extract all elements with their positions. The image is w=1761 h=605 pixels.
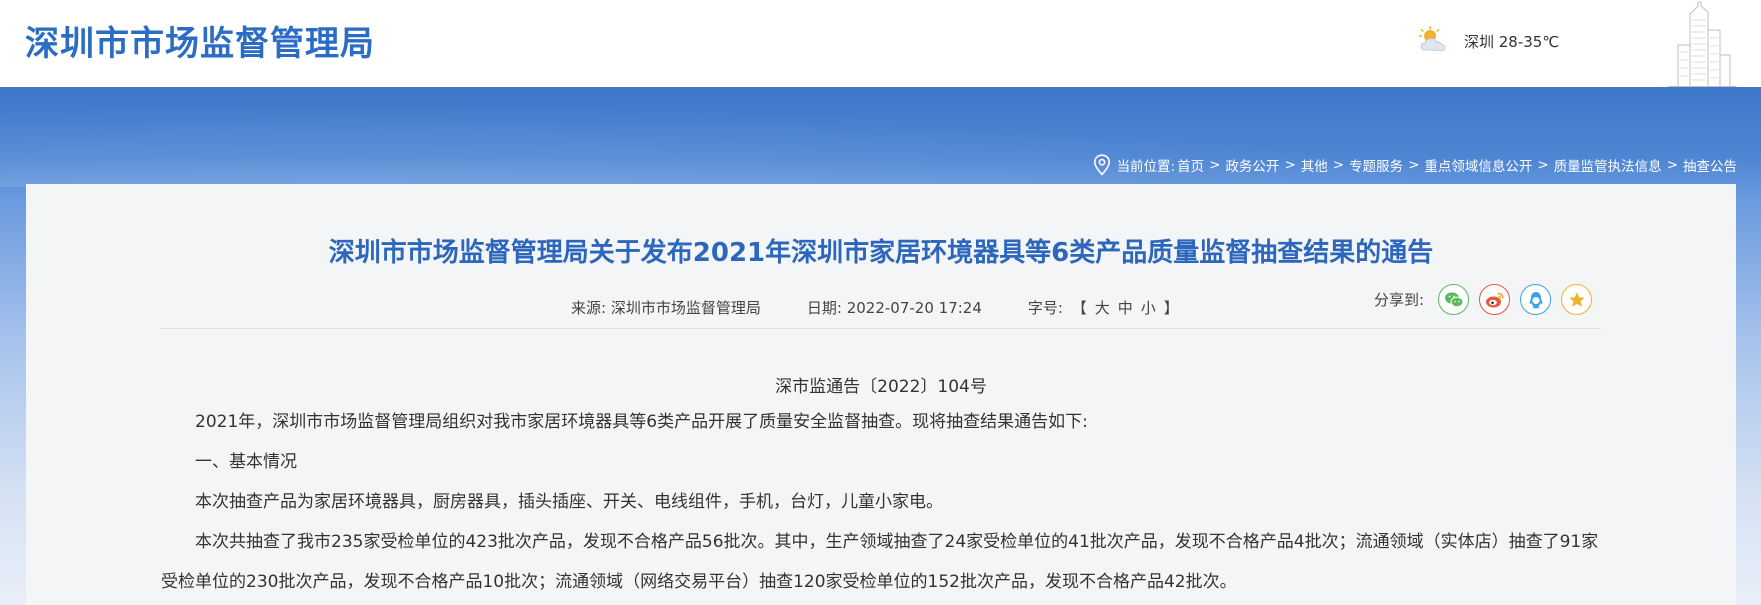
article-meta: 来源: 深圳市市场监督管理局 日期: 2022-07-20 17:24 字号: …: [571, 297, 1229, 318]
breadcrumb-separator: >: [1408, 157, 1420, 173]
breadcrumb-item-topic-services[interactable]: 专题服务: [1349, 155, 1403, 175]
font-size-control: 字号: 【 大 中 小 】: [1028, 297, 1183, 318]
qq-icon: [1529, 291, 1543, 308]
date-value: 2022-07-20 17:24: [846, 299, 982, 317]
site-title[interactable]: 深圳市市场监督管理局: [25, 16, 375, 65]
article-date: 日期: 2022-07-20 17:24: [807, 297, 982, 318]
breadcrumb-item-government-affairs[interactable]: 政务公开: [1225, 155, 1279, 175]
source-label: 来源:: [571, 299, 607, 317]
document-number: 深市监通告〔2022〕104号: [775, 377, 987, 397]
share-bar: 分享到:: [1374, 284, 1602, 315]
breadcrumb-label: 当前位置:: [1116, 159, 1176, 175]
bracket-open: 【: [1071, 299, 1087, 317]
city-building-icon: [1668, 1, 1736, 87]
share-favorite-button[interactable]: [1561, 284, 1593, 315]
breadcrumb-separator: >: [1332, 157, 1345, 173]
article-title: 深圳市市场监督管理局关于发布2021年深圳市家居环境器具等6类产品质量监督抽查结…: [328, 238, 1434, 268]
share-qq-button[interactable]: [1520, 284, 1552, 315]
breadcrumb-separator: >: [1284, 157, 1296, 173]
share-wechat-button[interactable]: [1438, 284, 1470, 315]
breadcrumb-item-spot-check[interactable]: 抽查公告: [1683, 155, 1737, 175]
breadcrumb-separator: >: [1209, 157, 1221, 173]
font-size-large-button[interactable]: 大: [1095, 297, 1110, 318]
weibo-icon: [1485, 292, 1504, 307]
breadcrumb-item-other[interactable]: 其他: [1301, 155, 1328, 175]
title-divider: [161, 328, 1601, 329]
breadcrumb-item-key-areas[interactable]: 重点领域信息公开: [1424, 155, 1532, 175]
breadcrumb-item-quality-enforcement[interactable]: 质量监管执法信息: [1554, 155, 1662, 175]
breadcrumb-item-home[interactable]: 首页: [1177, 155, 1204, 175]
paragraph-products: 本次抽查产品为家居环境器具，厨房器具，插头插座、开关、电线组件，手机，台灯，儿童…: [195, 492, 943, 512]
breadcrumb-separator: >: [1666, 157, 1678, 173]
paragraph-intro: 2021年，深圳市市场监督管理局组织对我市家居环境器具等6类产品开展了质量安全监…: [195, 412, 1088, 432]
font-size-medium-button[interactable]: 中: [1118, 297, 1133, 318]
date-label: 日期:: [806, 299, 842, 317]
font-size-label: 字号:: [1027, 299, 1063, 317]
share-weibo-button[interactable]: [1479, 284, 1511, 315]
share-label: 分享到:: [1374, 291, 1425, 309]
article-source: 来源: 深圳市市场监督管理局: [571, 297, 761, 318]
breadcrumb-separator: >: [1537, 157, 1549, 173]
weather-text: 深圳 28-35℃: [1464, 32, 1560, 51]
top-header: 深圳市市场监督管理局 深圳 28-35℃: [0, 0, 1761, 87]
breadcrumb: 当前位置: 首页 > 政务公开 > 其他 > 专题服务 > 重点领域信息公开 >…: [1093, 153, 1737, 177]
location-pin-icon: [1093, 154, 1110, 176]
source-value: 深圳市市场监督管理局: [610, 299, 761, 317]
paragraph-summary: 本次共抽查了我市235家受检单位的423批次产品，发现不合格产品56批次。其中，…: [161, 532, 1599, 592]
partly-cloudy-icon: [1418, 26, 1446, 51]
section-heading-basic: 一、基本情况: [195, 452, 297, 472]
bracket-close: 】: [1163, 299, 1179, 317]
article-body: 2021年，深圳市市场监督管理局组织对我市家居环境器具等6类产品开展了质量安全监…: [161, 402, 1601, 602]
weather-widget: 深圳 28-35℃: [1418, 26, 1559, 56]
star-icon: [1568, 291, 1585, 307]
font-size-small-button[interactable]: 小: [1141, 297, 1156, 318]
article-panel: 深圳市市场监督管理局关于发布2021年深圳市家居环境器具等6类产品质量监督抽查结…: [26, 184, 1736, 605]
wechat-icon: [1444, 291, 1464, 307]
